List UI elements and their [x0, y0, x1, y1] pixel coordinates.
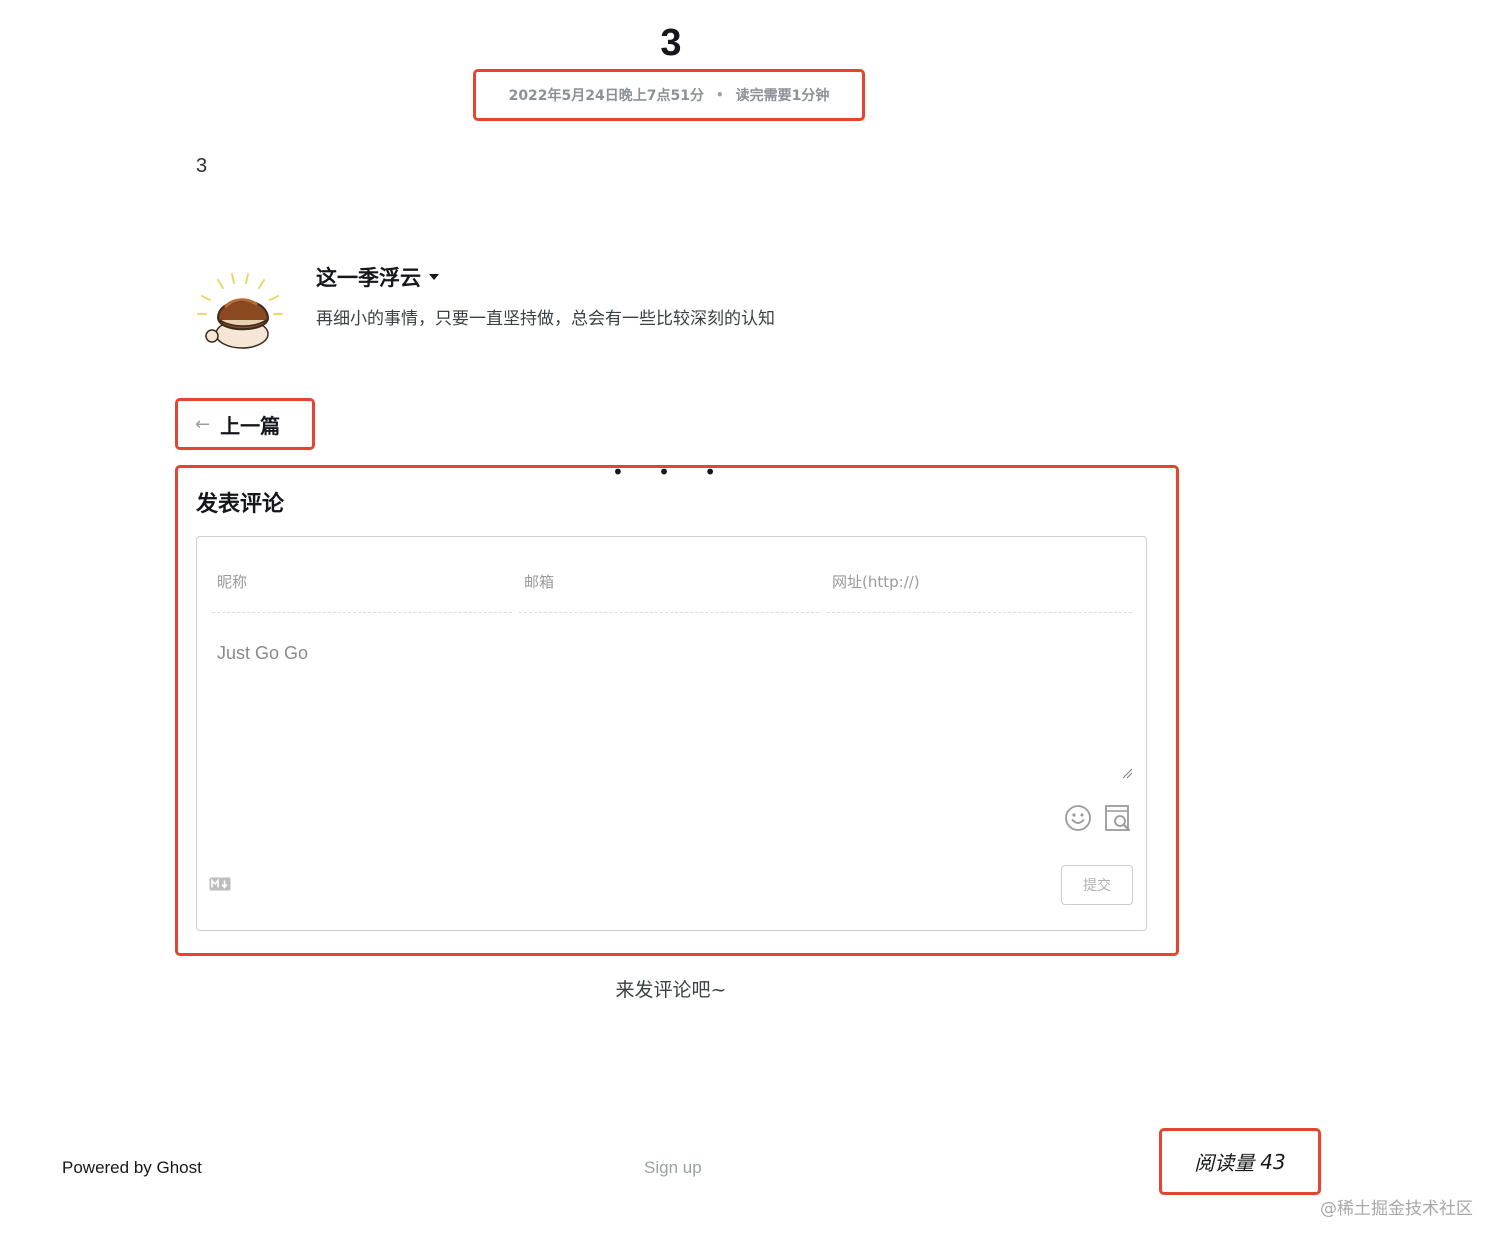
comments-heading: 发表评论: [196, 492, 285, 517]
email-field[interactable]: 邮箱: [519, 567, 819, 613]
resize-handle-icon[interactable]: [1121, 767, 1133, 779]
emoji-icon[interactable]: [1063, 803, 1093, 833]
author-bio: 再细小的事情，只要一直坚持做，总会有一些比较深刻的认知: [316, 309, 775, 329]
read-count: 阅读量 43: [1159, 1128, 1321, 1195]
powered-by-link[interactable]: Powered by Ghost: [62, 1158, 202, 1178]
reading-time: 读完需要1分钟: [735, 88, 830, 104]
prev-post-link[interactable]: ← 上一篇: [175, 398, 315, 450]
markdown-icon: [209, 877, 231, 891]
post-date: 2022年5月24日晚上7点51分: [508, 88, 704, 104]
signup-link[interactable]: Sign up: [644, 1158, 702, 1178]
author-name-label[interactable]: 这一季浮云: [316, 262, 421, 292]
post-meta: 2022年5月24日晚上7点51分 • 读完需要1分钟: [473, 69, 865, 121]
submit-button[interactable]: 提交: [1061, 865, 1133, 905]
empty-comments-text: 来发评论吧~: [615, 979, 727, 1001]
read-count-value: 43: [1260, 1149, 1286, 1174]
author-avatar[interactable]: [190, 266, 290, 356]
caret-down-icon[interactable]: [429, 274, 439, 280]
comment-form: 昵称 邮箱 网址(http://) Just Go Go 提交: [196, 536, 1147, 931]
preview-icon[interactable]: [1103, 803, 1133, 833]
author-name[interactable]: 这一季浮云: [316, 262, 439, 292]
post-content: 3: [196, 155, 208, 177]
prev-post-label[interactable]: 上一篇: [220, 410, 280, 439]
read-count-label: 阅读量: [1194, 1151, 1255, 1175]
comment-textarea[interactable]: Just Go Go: [217, 643, 308, 664]
watermark: @稀土掘金技术社区: [1320, 1199, 1473, 1219]
meta-separator: •: [716, 88, 724, 102]
arrow-left-icon: ←: [195, 413, 211, 435]
nickname-field[interactable]: 昵称: [212, 567, 512, 613]
url-field[interactable]: 网址(http://): [827, 567, 1132, 613]
post-title: 3: [660, 22, 682, 64]
